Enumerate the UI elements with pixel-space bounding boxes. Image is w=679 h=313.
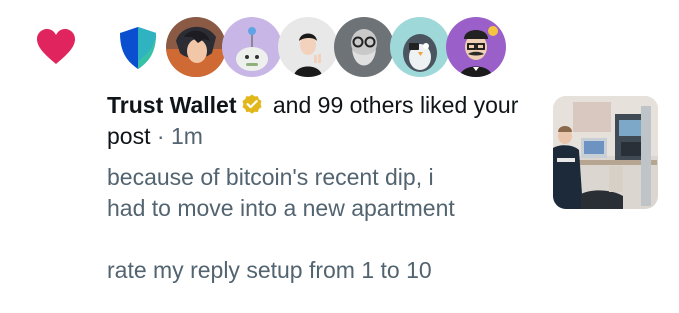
post-preview-text[interactable]: because of bitcoin's recent dip, i had t…: [107, 162, 537, 286]
room-setup-photo-thumbnail[interactable]: [553, 96, 658, 209]
bearded-man-glasses-avatar[interactable]: [334, 17, 394, 77]
notification-headline: Trust Wallet and 99 others liked your po…: [107, 90, 537, 152]
post-line: had to move into a new apartment: [107, 195, 455, 221]
man-peace-sign-avatar[interactable]: [278, 17, 338, 77]
post-line: because of bitcoin's recent dip, i: [107, 164, 434, 190]
penguin-avatar[interactable]: [390, 17, 450, 77]
verified-badge-icon: [240, 93, 264, 117]
heart-icon: [36, 28, 76, 66]
timestamp[interactable]: 1m: [171, 123, 203, 149]
post-blank-line: [107, 224, 537, 255]
liker-avatars: [108, 16, 506, 78]
trust-wallet-shield-logo[interactable]: [108, 17, 168, 77]
notification-text: Trust Wallet and 99 others liked your po…: [107, 90, 537, 286]
mustache-man-avatar[interactable]: [446, 17, 506, 77]
separator-dot: ·: [156, 123, 165, 149]
cartoon-creature-avatar[interactable]: [222, 17, 282, 77]
anime-character-avatar[interactable]: [166, 17, 226, 77]
post-line: rate my reply setup from 1 to 10: [107, 257, 432, 283]
user-name-link[interactable]: Trust Wallet: [107, 92, 237, 118]
like-notification[interactable]: Trust Wallet and 99 others liked your po…: [0, 0, 679, 313]
